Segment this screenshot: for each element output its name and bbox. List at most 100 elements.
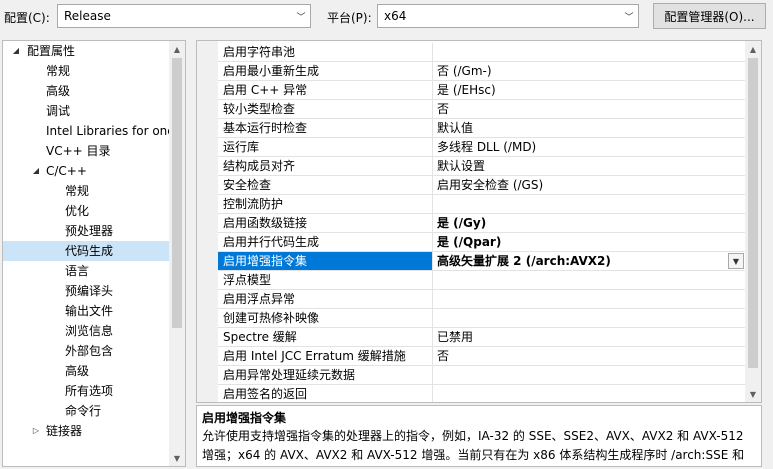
description-pane: 启用增强指令集 允许使用支持增强指令集的处理器上的指令，例如，IA-32 的 S…: [196, 405, 762, 467]
grid-margin: [197, 41, 218, 402]
property-value[interactable]: [433, 366, 746, 384]
property-row[interactable]: 启用增强指令集 高级矢量扩展 2 (/arch:AVX2) ▼: [218, 252, 746, 271]
property-row[interactable]: 启用函数级链接是 (/Gy): [218, 214, 746, 233]
tree-item[interactable]: Intel Libraries for one: [3, 121, 170, 141]
property-row[interactable]: 启用异常处理延续元数据: [218, 366, 746, 385]
property-value[interactable]: 高级矢量扩展 2 (/arch:AVX2): [433, 252, 746, 270]
config-select[interactable]: Release ﹀: [57, 4, 311, 28]
property-value[interactable]: [433, 271, 746, 289]
property-value[interactable]: 是 (/Gy): [433, 214, 746, 232]
property-value[interactable]: 否 (/Gm-): [433, 62, 746, 80]
property-row[interactable]: 启用 Intel JCC Erratum 缓解措施否: [218, 347, 746, 366]
property-row[interactable]: 启用浮点异常: [218, 290, 746, 309]
scroll-down-icon[interactable]: ▼: [169, 450, 185, 466]
property-value[interactable]: 多线程 DLL (/MD): [433, 138, 746, 156]
property-row[interactable]: 结构成员对齐 默认设置: [218, 157, 746, 176]
tree-item-label: VC++ 目录: [46, 144, 111, 158]
tree-item[interactable]: ▷ 链接器: [3, 421, 170, 441]
description-text: 允许使用支持增强指令集的处理器上的指令，例如，IA-32 的 SSE、SSE2、…: [202, 429, 745, 462]
tree-item[interactable]: 命令行: [3, 401, 170, 421]
property-row[interactable]: 启用并行代码生成是 (/Qpar): [218, 233, 746, 252]
tree-item-label: 预编译头: [65, 284, 114, 298]
property-name: 安全检查: [218, 176, 433, 194]
grid-scrollbar-thumb[interactable]: [748, 58, 758, 368]
property-row[interactable]: 运行库 多线程 DLL (/MD): [218, 138, 746, 157]
property-value[interactable]: 默认值: [433, 119, 746, 137]
property-row[interactable]: 控制流防护: [218, 195, 746, 214]
tree-item[interactable]: 调试: [3, 101, 170, 121]
platform-select[interactable]: x64 ﹀: [377, 4, 639, 28]
tree-item[interactable]: 代码生成: [3, 241, 170, 261]
property-value[interactable]: 启用安全检查 (/GS): [433, 176, 746, 194]
tree-item[interactable]: 优化: [3, 201, 170, 221]
property-name: 启用 C++ 异常: [218, 81, 433, 99]
grid-scrollbar[interactable]: ▲ ▼: [745, 41, 761, 402]
triangle-expanded-icon[interactable]: ◢: [11, 41, 21, 61]
property-name: 启用异常处理延续元数据: [218, 366, 433, 384]
property-name: 创建可热修补映像: [218, 309, 433, 327]
property-value[interactable]: [433, 43, 746, 61]
property-row[interactable]: 较小类型检查否: [218, 100, 746, 119]
property-row[interactable]: 启用字符串池: [218, 43, 746, 62]
scroll-up-icon[interactable]: ▲: [169, 41, 185, 57]
tree-item[interactable]: ◢ C/C++: [3, 161, 170, 181]
property-row[interactable]: Spectre 缓解 已禁用: [218, 328, 746, 347]
property-value[interactable]: 是 (/EHsc): [433, 81, 746, 99]
property-row[interactable]: 启用最小重新生成否 (/Gm-): [218, 62, 746, 81]
tree-item[interactable]: 高级: [3, 361, 170, 381]
property-name: 启用函数级链接: [218, 214, 433, 232]
tree-scrollbar[interactable]: ▲ ▼: [169, 41, 185, 466]
property-row[interactable]: 启用 C++ 异常是 (/EHsc): [218, 81, 746, 100]
tree-item[interactable]: 常规: [3, 61, 170, 81]
property-row[interactable]: 安全检查 启用安全检查 (/GS): [218, 176, 746, 195]
tree-item-label: 代码生成: [65, 244, 114, 258]
property-value[interactable]: 否: [433, 100, 746, 118]
config-manager-button[interactable]: 配置管理器(O)...: [653, 3, 766, 29]
tree-item-label: 常规: [46, 64, 71, 78]
chevron-down-icon[interactable]: ▼: [728, 253, 744, 269]
property-name: 基本运行时检查: [218, 119, 433, 137]
property-row[interactable]: 浮点模型: [218, 271, 746, 290]
tree-item-label: 语言: [65, 264, 90, 278]
property-value[interactable]: 否: [433, 347, 746, 365]
chevron-down-icon: ﹀: [296, 12, 306, 23]
chevron-down-icon: ﹀: [624, 12, 634, 23]
tree-item[interactable]: 外部包含: [3, 341, 170, 361]
property-value[interactable]: [433, 309, 746, 327]
property-value[interactable]: 已禁用: [433, 328, 746, 346]
triangle-expanded-icon[interactable]: ◢: [31, 161, 41, 181]
triangle-collapsed-icon[interactable]: ▷: [31, 421, 41, 441]
tree-item[interactable]: 所有选项: [3, 381, 170, 401]
tree-item-label: Intel Libraries for one: [46, 124, 170, 138]
scroll-up-icon[interactable]: ▲: [745, 41, 761, 57]
tree-item-label: C/C++: [46, 164, 87, 178]
tree-item[interactable]: ◢ 配置属性: [3, 41, 170, 61]
tree-item[interactable]: 高级: [3, 81, 170, 101]
platform-select-value: x64: [384, 9, 407, 23]
property-grid: 启用字符串池 启用最小重新生成否 (/Gm-) 启用 C++ 异常是 (/EHsc)…: [196, 40, 762, 403]
property-name: 运行库: [218, 138, 433, 156]
tree-item-label: 链接器: [46, 424, 83, 438]
tree-item[interactable]: 浏览信息: [3, 321, 170, 341]
tree-item[interactable]: 常规: [3, 181, 170, 201]
property-name: 启用浮点异常: [218, 290, 433, 308]
property-value[interactable]: [433, 290, 746, 308]
property-row[interactable]: 基本运行时检查 默认值: [218, 119, 746, 138]
property-value[interactable]: [433, 195, 746, 213]
tree-item[interactable]: VC++ 目录: [3, 141, 170, 161]
tree-item[interactable]: 预处理器: [3, 221, 170, 241]
tree-item[interactable]: 预编译头: [3, 281, 170, 301]
scroll-down-icon[interactable]: ▼: [745, 386, 761, 402]
property-name: 启用签名的返回: [218, 385, 433, 402]
property-row[interactable]: 创建可热修补映像: [218, 309, 746, 328]
property-name: Spectre 缓解: [218, 328, 433, 346]
property-row[interactable]: 启用签名的返回: [218, 385, 746, 402]
tree-item[interactable]: 输出文件: [3, 301, 170, 321]
property-value[interactable]: 默认设置: [433, 157, 746, 175]
tree-item-label: 浏览信息: [65, 324, 114, 338]
property-name: 控制流防护: [218, 195, 433, 213]
property-value[interactable]: 是 (/Qpar): [433, 233, 746, 251]
property-value[interactable]: [433, 385, 746, 402]
tree-item[interactable]: 语言: [3, 261, 170, 281]
tree-scrollbar-thumb[interactable]: [172, 58, 182, 328]
